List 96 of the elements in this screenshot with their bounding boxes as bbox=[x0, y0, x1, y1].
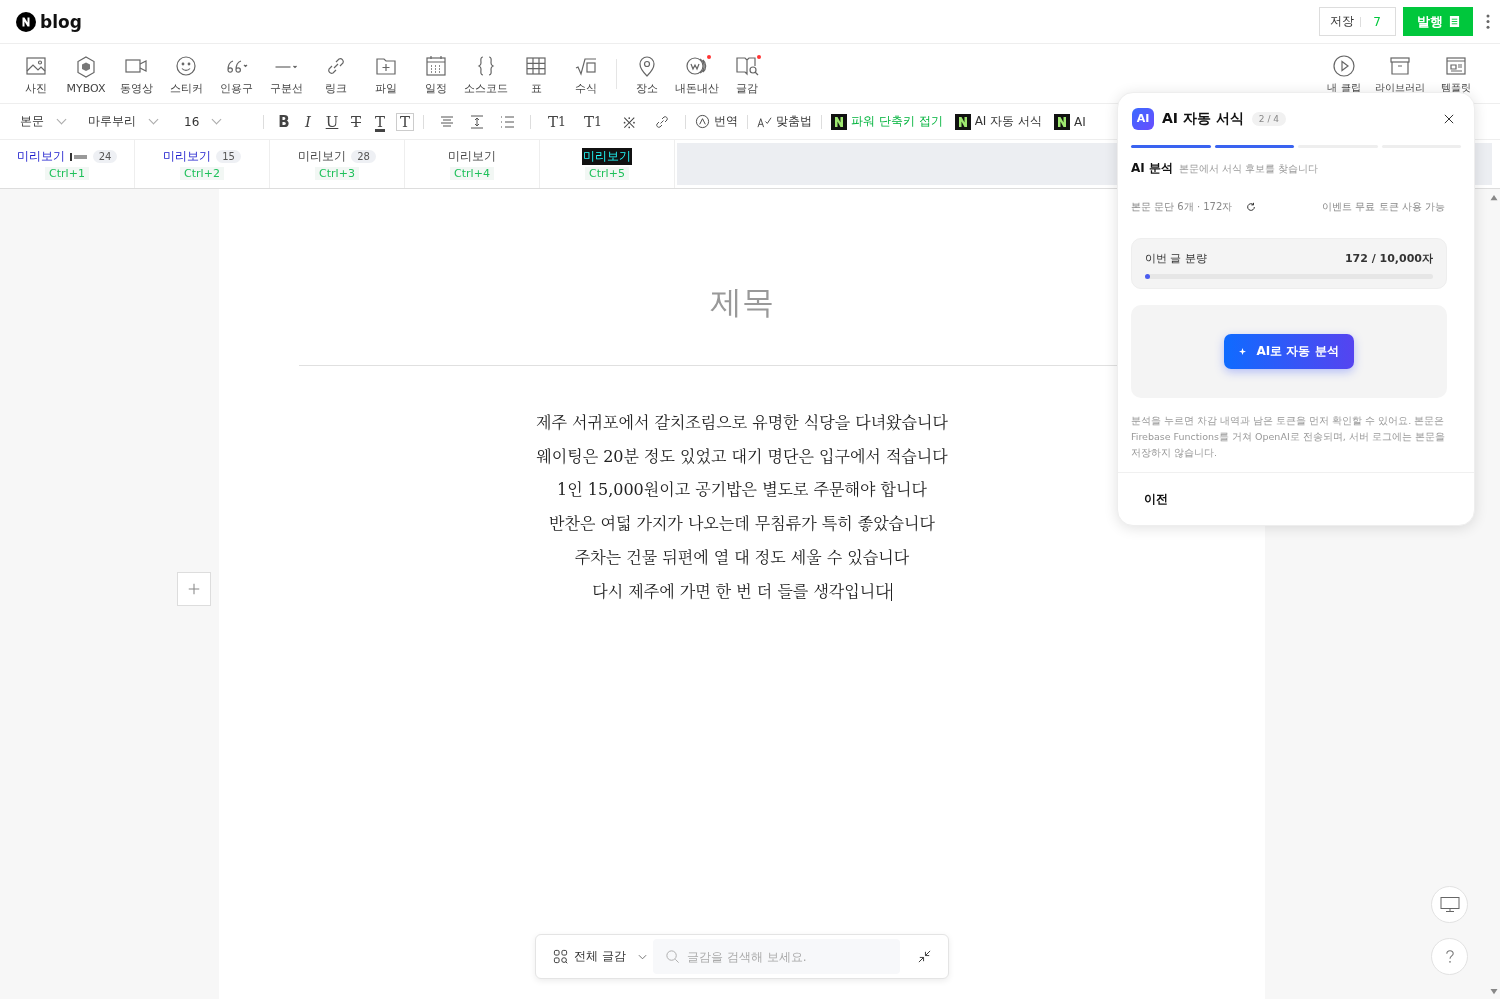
usage-label: 이번 글 분량 bbox=[1145, 251, 1207, 266]
preview-link[interactable]: 미리보기 bbox=[582, 148, 632, 165]
more-icon[interactable] bbox=[1486, 14, 1490, 29]
special-char-button[interactable]: ※ bbox=[612, 110, 646, 133]
line-height-icon[interactable] bbox=[469, 113, 485, 130]
toolbar-button[interactable]: MYBOX bbox=[61, 52, 111, 95]
save-button[interactable]: 저장 7 bbox=[1319, 7, 1396, 36]
preview-link[interactable]: 미리보기 bbox=[448, 148, 496, 165]
plus-icon bbox=[187, 582, 201, 596]
logo-icon bbox=[16, 11, 36, 32]
shortcut-label: Ctrl+1 bbox=[45, 167, 89, 180]
bold-button[interactable]: B bbox=[273, 110, 295, 133]
sparkle-icon bbox=[1239, 348, 1247, 355]
toolbar-button[interactable]: 소스코드 bbox=[461, 51, 511, 96]
font-size-dropdown[interactable]: 16 bbox=[180, 114, 254, 129]
spell-check-icon bbox=[757, 114, 772, 129]
toolbar-button[interactable]: 내 클립 bbox=[1316, 52, 1372, 95]
toolbar-button[interactable]: 인용구 bbox=[211, 51, 261, 96]
document-icon bbox=[1448, 15, 1460, 28]
toolbar-button[interactable]: 장소 bbox=[622, 51, 672, 96]
n-logo-icon bbox=[954, 113, 971, 130]
toolbar-button[interactable]: 사진 bbox=[11, 51, 61, 96]
toolbar-button[interactable]: 내돈내산 bbox=[672, 51, 722, 96]
shortcut-label: Ctrl+5 bbox=[585, 167, 629, 180]
n-logo-icon bbox=[831, 113, 847, 130]
paragraph[interactable]: 제주 서귀포에서 갈치조림으로 유명한 식당을 다녀왔습니다 bbox=[536, 406, 948, 440]
preview-link[interactable]: 미리보기 bbox=[16, 148, 65, 165]
cube-icon bbox=[74, 54, 98, 79]
toolbar-button[interactable]: 템플릿 bbox=[1428, 52, 1484, 95]
scroll-up-icon[interactable] bbox=[1489, 194, 1499, 201]
close-icon[interactable] bbox=[1444, 113, 1454, 124]
toolbar-button[interactable]: 라이브러리 bbox=[1372, 52, 1428, 95]
ai-badge: AI bbox=[1132, 107, 1154, 130]
monitor-icon bbox=[1439, 896, 1460, 913]
paragraph[interactable]: 웨이팅은 20분 정도 있었고 대기 명단은 입구에서 적습니다 bbox=[536, 439, 948, 474]
paragraph[interactable]: 주차는 건물 뒤편에 열 대 정도 세울 수 있습니다 bbox=[536, 540, 948, 575]
section-title: AI 분석 bbox=[1131, 160, 1173, 177]
step-counter: 2 / 4 bbox=[1251, 111, 1286, 126]
toolbar-button[interactable]: 일정 bbox=[411, 51, 461, 96]
shortcut-label: Ctrl+2 bbox=[180, 167, 224, 180]
spelling-button[interactable]: 맞춤법 bbox=[757, 113, 812, 130]
paragraph[interactable]: 반찬은 여덟 가지가 나오는데 무침류가 특히 좋았습니다 bbox=[536, 507, 948, 541]
text-stats: 본문 문단 6개 · 172자 bbox=[1131, 200, 1233, 214]
logo-text[interactable]: blog bbox=[40, 11, 82, 32]
underline-button[interactable]: U bbox=[321, 110, 343, 133]
chevron-icon bbox=[637, 953, 647, 960]
font-dropdown[interactable]: 마루부리 bbox=[88, 113, 178, 130]
section-hint: 본문에서 서식 후보를 찾습니다 bbox=[1178, 162, 1319, 176]
toolbar-button[interactable]: 파일 bbox=[361, 51, 411, 96]
translate-button[interactable]: 번역 bbox=[695, 113, 738, 130]
back-button[interactable]: 이전 bbox=[1144, 490, 1168, 508]
preview-button[interactable] bbox=[1431, 886, 1468, 923]
italic-button[interactable]: I bbox=[297, 110, 319, 133]
collapse-icon[interactable] bbox=[917, 949, 932, 964]
paragraph[interactable]: 1인 15,000원이고 공기밥은 별도로 주문해야 합니다 bbox=[536, 473, 948, 508]
archive-icon bbox=[1388, 54, 1412, 78]
toolbar-button[interactable]: 동영상 bbox=[111, 51, 161, 96]
grid-search-icon bbox=[553, 949, 568, 964]
text-color-button[interactable]: T bbox=[369, 110, 391, 133]
preview-link[interactable]: 미리보기 bbox=[298, 148, 347, 165]
toolbar-button[interactable]: 링크 bbox=[311, 51, 361, 96]
analyze-button[interactable]: AI로 자동 분석 bbox=[1224, 334, 1354, 369]
toolbar-button[interactable]: 수식 bbox=[561, 51, 611, 96]
count-badge: 28 bbox=[351, 150, 376, 163]
search-icon bbox=[665, 949, 680, 964]
link-icon[interactable] bbox=[654, 113, 670, 130]
toolbar-button[interactable]: 글감 bbox=[722, 51, 772, 96]
calendar-icon bbox=[424, 53, 448, 78]
scroll-down-icon[interactable] bbox=[1489, 988, 1499, 995]
material-filter-dropdown[interactable]: 전체 글감 bbox=[553, 948, 653, 965]
n-logo-icon bbox=[1054, 113, 1071, 130]
smile-icon bbox=[174, 53, 198, 78]
panel-title: AI 자동 서식 bbox=[1162, 109, 1244, 128]
toolbar-button[interactable]: 표 bbox=[511, 51, 561, 96]
play-icon bbox=[1332, 54, 1356, 78]
usage-value: 172 / 10,000자 bbox=[1344, 251, 1433, 266]
event-note: 이벤트 무료 토큰 사용 가능 bbox=[1322, 200, 1445, 214]
paragraph[interactable]: 다시 제주에 가면 한 번 더 들를 생각입니다 bbox=[536, 574, 948, 609]
toolbar-button[interactable]: 스티커 bbox=[161, 51, 211, 96]
strikethrough-button[interactable]: T bbox=[345, 110, 367, 133]
toolbar-button[interactable]: 구분선 bbox=[261, 51, 311, 96]
material-search-field[interactable]: 글감을 검색해 보세요. bbox=[653, 939, 900, 974]
preview-link[interactable]: 미리보기 bbox=[163, 148, 212, 165]
paragraph-style-dropdown[interactable]: 본문 bbox=[20, 113, 86, 130]
background-color-button[interactable]: T bbox=[396, 112, 414, 131]
shortcut-label: Ctrl+3 bbox=[315, 167, 359, 180]
divider-icon bbox=[274, 63, 298, 69]
count-badge: 15 bbox=[216, 150, 241, 163]
shortcut-button[interactable]: AI 자동 서식 bbox=[954, 113, 1043, 130]
shortcut-button[interactable]: AI bbox=[1054, 113, 1086, 130]
count-badge: 24 bbox=[92, 150, 118, 163]
refresh-icon[interactable] bbox=[1246, 202, 1257, 212]
privacy-note: 분석을 누르면 차감 내역과 남은 토큰을 먼저 확인할 수 있어요. 본문은 Firebase Functions를 거쳐 OpenAI로 전송되며, 서버 로그에는 본문을 저장하지 않습니다. bbox=[1131, 414, 1446, 460]
translate-icon bbox=[695, 114, 710, 129]
template-icon bbox=[1444, 54, 1468, 78]
shortcut-label: Ctrl+4 bbox=[450, 167, 494, 180]
